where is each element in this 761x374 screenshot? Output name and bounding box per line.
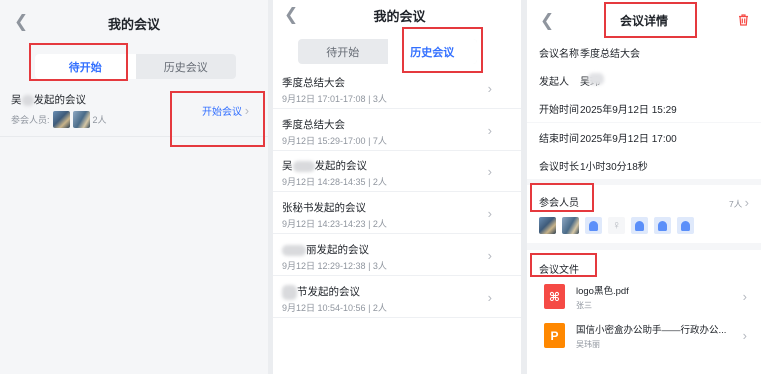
meeting-meta: 9月12日 12:29-12:38 | 3人 <box>282 261 387 271</box>
ppt-icon: P <box>544 323 565 348</box>
file-item[interactable]: ⌘ logo黑色.pdf 张三 › <box>527 279 761 317</box>
participants-row: 参会人员: 2人 <box>11 111 107 128</box>
redacted-name <box>292 160 315 172</box>
page-title: 我的会议 <box>107 16 160 32</box>
tab-history[interactable]: 历史会议 <box>136 54 237 79</box>
detail-row-name: 会议名称 季度总结大会 <box>527 38 761 66</box>
detail-row-organizer: 发起人 吴玮 <box>527 66 761 94</box>
detail-row-end-time: 结束时间 2025年9月12日 17:00 <box>527 123 761 151</box>
chevron-right-icon: › <box>742 328 747 343</box>
list-item[interactable]: 丽发起的会议 9月12日 12:29-12:38 | 3人 › <box>273 235 526 276</box>
avatar <box>585 217 602 234</box>
chevron-right-icon: › <box>487 164 492 179</box>
avatar <box>562 217 579 234</box>
list-item[interactable]: 季度总结大会 9月12日 15:29-17:00 | 7人 › <box>273 110 526 151</box>
annotation-box <box>604 2 697 38</box>
chevron-right-icon: › <box>487 248 492 263</box>
avatar <box>539 217 556 234</box>
annotation-box <box>530 253 597 277</box>
annotation-box <box>170 91 265 147</box>
meeting-meta: 9月12日 14:23-14:23 | 2人 <box>282 219 387 229</box>
meeting-title: 吴发起的会议 <box>11 94 86 106</box>
meetings-panel-upcoming: ❮ 我的会议 待开始 历史会议 吴发起的会议 参会人员: 2人 开始会议 › <box>0 0 268 374</box>
chevron-right-icon: › <box>487 123 492 138</box>
redacted-name <box>588 72 604 85</box>
list-item[interactable]: 季度总结大会 9月12日 17:01-17:08 | 3人 › <box>273 68 526 109</box>
page-title: 我的会议 <box>373 8 426 24</box>
meeting-meta: 9月12日 15:29-17:00 | 7人 <box>282 136 387 146</box>
file-item[interactable]: P 国信小密盒办公助手——行政办公... 吴玮丽 › <box>527 317 761 357</box>
participants-count: 7人 › <box>729 195 749 210</box>
chevron-right-icon: › <box>487 206 492 221</box>
redacted-name <box>21 94 34 106</box>
chevron-right-icon: › <box>742 289 747 304</box>
redacted-name <box>282 244 306 256</box>
list-item[interactable]: 节发起的会议 9月12日 10:54-10:56 | 2人 › <box>273 277 526 318</box>
meeting-meta: 9月12日 14:28-14:35 | 2人 <box>282 177 387 187</box>
detail-row-start-time: 开始时间 2025年9月12日 15:29 <box>527 94 761 122</box>
avatar <box>654 217 671 234</box>
meeting-detail-panel: ❮ 会议详情 会议名称 季度总结大会 发起人 吴玮 开始时间 2025年9月12… <box>527 0 761 374</box>
avatar <box>677 217 694 234</box>
meeting-meta: 9月12日 17:01-17:08 | 3人 <box>282 94 387 104</box>
tab-upcoming[interactable]: 待开始 <box>298 39 388 64</box>
annotation-box <box>402 27 483 73</box>
avatar <box>52 111 70 128</box>
participants-avatars: ♀ <box>539 217 694 234</box>
annotation-box <box>29 43 128 81</box>
detail-row-duration: 会议时长 1小时30分18秒 <box>527 151 761 179</box>
list-item[interactable]: 吴发起的会议 9月12日 14:28-14:35 | 2人 › <box>273 151 526 192</box>
chevron-right-icon: › <box>744 195 749 210</box>
meetings-panel-history: ❮ 我的会议 待开始 历史会议 季度总结大会 9月12日 17:01-17:08… <box>273 0 526 374</box>
meeting-meta: 9月12日 10:54-10:56 | 2人 <box>282 303 387 313</box>
list-item[interactable]: 张秘书发起的会议 9月12日 14:23-14:23 | 2人 › <box>273 193 526 234</box>
chevron-right-icon: › <box>487 81 492 96</box>
chevron-right-icon: › <box>487 290 492 305</box>
annotation-box <box>530 183 594 212</box>
avatar <box>72 111 90 128</box>
avatar: ♀ <box>608 217 625 234</box>
redacted-name <box>282 284 297 300</box>
trash-icon[interactable] <box>738 14 749 26</box>
pdf-icon: ⌘ <box>544 284 565 309</box>
avatar <box>631 217 648 234</box>
